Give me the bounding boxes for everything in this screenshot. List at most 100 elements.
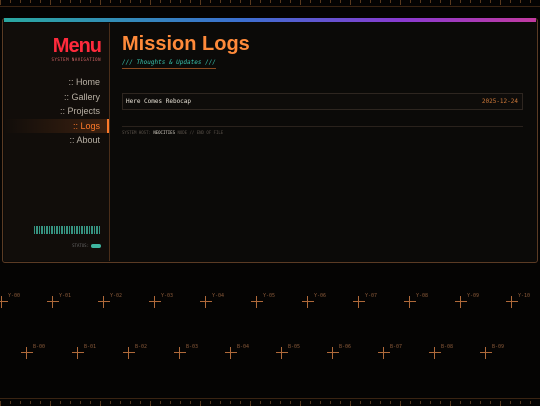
ruler-tick	[490, 401, 491, 404]
ruler-tick	[270, 0, 271, 3]
ruler-tick	[470, 401, 471, 404]
ruler-tick	[460, 401, 461, 404]
ruler-tick	[430, 401, 431, 404]
bottom-ruler	[0, 398, 540, 406]
ruler-tick	[410, 401, 411, 404]
crosshair-marker	[353, 296, 365, 308]
ruler-tick	[520, 0, 521, 3]
ruler-tick	[410, 0, 411, 3]
ruler-tick	[470, 0, 471, 3]
crosshair-marker	[72, 347, 84, 359]
menu-subtitle: SYSTEM NAVIGATION	[51, 57, 101, 62]
ruler-tick	[450, 401, 451, 406]
ruler-tick	[290, 401, 291, 404]
ruler-tick	[210, 401, 211, 404]
ruler-tick	[40, 0, 41, 3]
ruler-tick	[240, 401, 241, 404]
crosshair-label: B-03	[186, 344, 199, 350]
crosshair-marker	[378, 347, 390, 359]
ruler-tick	[380, 0, 381, 3]
ruler-tick	[420, 0, 421, 3]
crosshair-label: B-04	[237, 344, 250, 350]
ruler-tick	[70, 0, 71, 3]
ruler-tick	[370, 0, 371, 3]
ruler-tick	[520, 401, 521, 404]
crosshair-label: B-00	[33, 344, 46, 350]
ruler-tick	[380, 401, 381, 404]
ruler-tick	[200, 0, 201, 5]
ruler-tick	[250, 401, 251, 406]
ruler-tick	[420, 401, 421, 404]
sidebar-item-logs[interactable]: :: Logs	[4, 118, 109, 133]
ruler-tick	[120, 401, 121, 404]
ruler-tick	[360, 0, 361, 3]
status-indicator: STATUS:	[72, 243, 101, 248]
page-subtitle: /// Thoughts & Updates ///	[122, 59, 216, 69]
ruler-tick	[390, 0, 391, 3]
ruler-tick	[70, 401, 71, 404]
crosshair-marker	[149, 296, 161, 308]
ruler-tick	[280, 0, 281, 3]
ruler-tick	[0, 401, 1, 406]
crosshair-label: B-05	[288, 344, 301, 350]
ruler-tick	[480, 401, 481, 404]
crosshair-marker	[21, 347, 33, 359]
crosshair-marker	[174, 347, 186, 359]
ruler-tick	[330, 0, 331, 3]
divider	[122, 126, 523, 127]
crosshair-marker	[302, 296, 314, 308]
crosshair-marker	[200, 296, 212, 308]
ruler-tick	[240, 0, 241, 3]
ruler-tick	[260, 401, 261, 404]
crosshair-label: B-09	[492, 344, 505, 350]
ruler-tick	[110, 401, 111, 404]
ruler-tick	[500, 401, 501, 406]
ruler-tick	[0, 0, 1, 5]
ruler-tick	[20, 401, 21, 404]
ruler-tick	[200, 401, 201, 406]
sidebar-item-gallery[interactable]: :: Gallery	[4, 90, 109, 105]
crosshair-label: Y-09	[467, 293, 480, 299]
log-entry[interactable]: Here Comes Rebocap 2025-12-24	[122, 93, 523, 110]
ruler-tick	[480, 0, 481, 3]
sidebar: Menu SYSTEM NAVIGATION :: Home :: Galler…	[4, 23, 110, 261]
ruler-tick	[30, 401, 31, 404]
ruler-tick	[180, 401, 181, 404]
ruler-tick	[140, 0, 141, 3]
crosshair-label: Y-07	[365, 293, 378, 299]
sidebar-item-about[interactable]: :: About	[4, 133, 109, 148]
footer-prefix: SYSTEM HOST:	[122, 130, 151, 135]
ruler-tick	[320, 0, 321, 3]
crosshair-label: Y-06	[314, 293, 327, 299]
ruler-tick	[100, 401, 101, 406]
sidebar-nav: :: Home :: Gallery :: Projects :: Logs :…	[4, 75, 109, 148]
menu-title: Menu	[52, 35, 102, 57]
ruler-tick	[220, 401, 221, 404]
ruler-tick	[190, 0, 191, 3]
crosshair-marker	[276, 347, 288, 359]
crosshair-label: B-08	[441, 344, 454, 350]
log-entry-title[interactable]: Here Comes Rebocap	[126, 98, 191, 105]
ruler-tick	[170, 0, 171, 3]
footer-suffix: NODE // END OF FILE	[177, 130, 224, 135]
ruler-tick	[60, 401, 61, 404]
crosshair-label: B-01	[84, 344, 97, 350]
crosshair-marker	[225, 347, 237, 359]
crosshair-marker	[480, 347, 492, 359]
sidebar-item-projects[interactable]: :: Projects	[4, 104, 109, 119]
ruler-tick	[100, 0, 101, 5]
crosshair-marker	[327, 347, 339, 359]
ruler-tick	[440, 401, 441, 404]
ruler-tick	[120, 0, 121, 3]
crosshair-label: Y-01	[59, 293, 72, 299]
ruler-tick	[460, 0, 461, 3]
ruler-tick	[150, 0, 151, 5]
barcode-decoration	[34, 226, 100, 234]
ruler-tick	[290, 0, 291, 3]
crosshair-marker	[506, 296, 518, 308]
crosshair-label: B-07	[390, 344, 403, 350]
ruler-tick	[130, 0, 131, 3]
ruler-tick	[310, 401, 311, 404]
ruler-tick	[90, 401, 91, 404]
sidebar-item-home[interactable]: :: Home	[4, 75, 109, 90]
